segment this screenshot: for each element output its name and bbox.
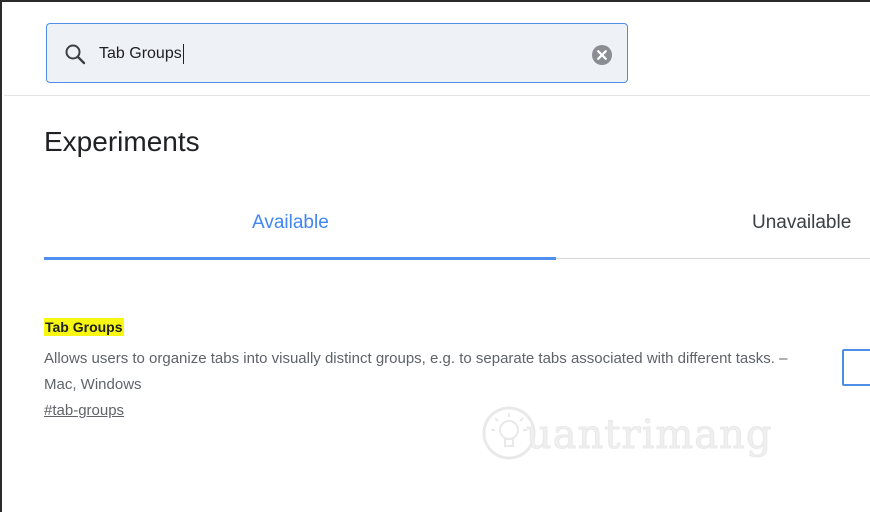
experiment-title: Tab Groups [44, 318, 124, 336]
search-input-value: Tab Groups [99, 45, 182, 62]
search-header: Tab Groups [4, 4, 870, 96]
experiment-state-dropdown[interactable] [842, 349, 870, 386]
experiment-anchor-link[interactable]: #tab-groups [44, 402, 124, 419]
watermark: uantrimang [480, 400, 810, 470]
tab-active-indicator [44, 257, 556, 260]
page-title: Experiments [44, 126, 200, 157]
search-input[interactable]: Tab Groups [99, 44, 184, 64]
search-box[interactable]: Tab Groups [46, 23, 628, 83]
watermark-text: uantrimang [526, 412, 773, 459]
experiment-description: Allows users to organize tabs into visua… [44, 350, 788, 393]
tab-available[interactable]: Available [252, 212, 329, 234]
search-icon [65, 44, 86, 65]
window-frame: Tab Groups Experiments Available Unavail… [0, 0, 870, 512]
clear-search-icon[interactable] [591, 44, 613, 66]
text-caret [182, 44, 184, 64]
tab-unavailable[interactable]: Unavailable [752, 212, 851, 234]
